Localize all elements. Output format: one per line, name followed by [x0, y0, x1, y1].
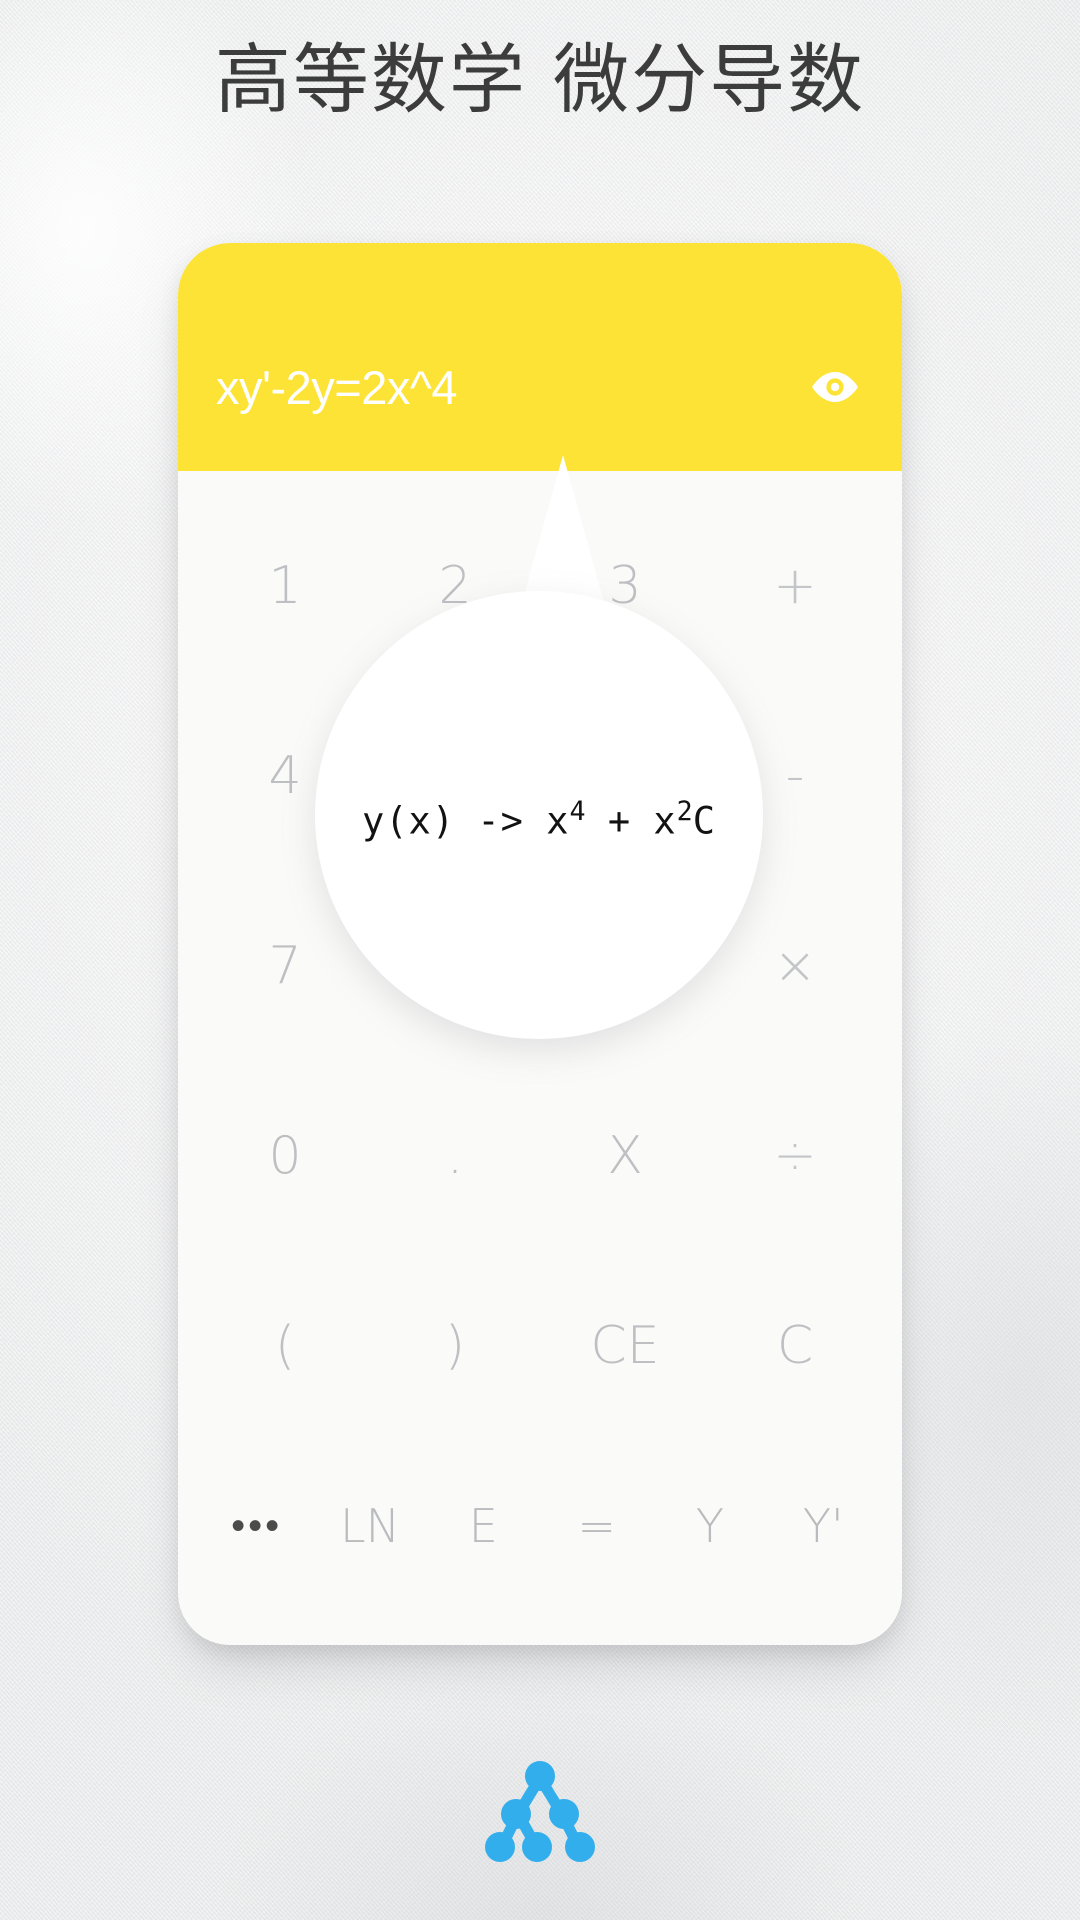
eye-icon [809, 370, 861, 409]
key-clear-entry[interactable]: CE [540, 1320, 710, 1372]
key-decimal[interactable]: . [370, 1130, 540, 1182]
solution-term-1-base: x [546, 799, 570, 843]
keypad-function-row: ••• LN E = Y Y' [200, 1441, 880, 1611]
brand-logo [0, 1758, 1080, 1871]
page-title: 高等数学 微分导数 [214, 35, 866, 124]
key-y-prime[interactable]: Y' [767, 1503, 880, 1549]
key-paren-open[interactable]: ( [200, 1320, 370, 1372]
key-1[interactable]: 1 [200, 560, 370, 612]
key-more-functions[interactable]: ••• [200, 1506, 313, 1546]
key-variable-x[interactable]: X [540, 1130, 710, 1182]
key-e[interactable]: E [427, 1503, 540, 1549]
callout-pointer [519, 455, 607, 613]
solution-callout: y(x) -> x4 + x2C [315, 591, 763, 1039]
expression-display[interactable]: xy'-2y=2x^4 [178, 243, 902, 471]
key-divide[interactable]: ÷ [710, 1130, 880, 1182]
key-ln[interactable]: LN [313, 1503, 426, 1549]
solution-function-label: y(x) [362, 799, 456, 843]
key-clear-all[interactable]: C [710, 1320, 880, 1372]
key-multiply[interactable]: × [710, 940, 880, 992]
key-plus[interactable]: + [710, 560, 880, 612]
solution-plus-sign: + [607, 799, 632, 843]
key-equals[interactable]: = [540, 1503, 653, 1549]
key-0[interactable]: 0 [200, 1130, 370, 1182]
solution-constant: C [692, 799, 716, 843]
show-solution-button[interactable] [808, 369, 862, 409]
solution-term-1-exponent: 4 [569, 795, 586, 827]
key-7[interactable]: 7 [200, 940, 370, 992]
solution-term-2-exponent: 2 [676, 795, 693, 827]
solution-text: y(x) -> x4 + x2C [362, 796, 716, 842]
solution-term-2-base: x [653, 799, 677, 843]
key-paren-close[interactable]: ) [370, 1320, 540, 1372]
solution-arrow: -> [477, 799, 524, 843]
expression-text: xy'-2y=2x^4 [216, 361, 458, 414]
keypad-row: 0 . X ÷ [200, 1061, 880, 1251]
keypad-row: ( ) CE C [200, 1251, 880, 1441]
binary-tree-logo-icon [484, 1758, 596, 1871]
key-variable-y[interactable]: Y [653, 1503, 766, 1549]
